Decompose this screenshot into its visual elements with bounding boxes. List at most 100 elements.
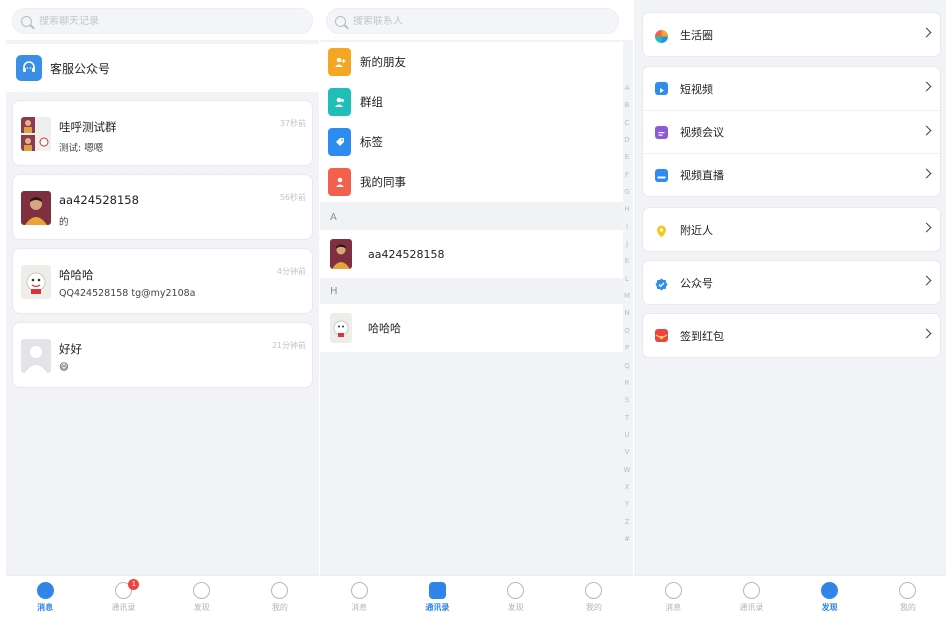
alphabet-index-letter[interactable]: I (626, 219, 628, 236)
tab-me[interactable]: 我的 (241, 576, 319, 619)
alphabet-index-letter[interactable]: Z (625, 514, 630, 531)
alphabet-index-letter[interactable]: W (624, 462, 631, 479)
app-screens: 客服公众号 哇呼测试群 测试: 嗯嗯 37秒前 aa424528158 的 56… (0, 0, 946, 619)
new-friends-row[interactable]: 新的朋友 (320, 42, 623, 82)
discover-item-label: 公众号 (680, 276, 713, 290)
alphabet-index-letter[interactable]: # (624, 531, 630, 548)
contact-search-bar[interactable] (326, 8, 619, 34)
tab-label: 消息 (351, 603, 368, 612)
short-video-item[interactable]: 短视频 (643, 67, 940, 110)
alphabet-index-letter[interactable]: H (624, 201, 629, 218)
tab-me[interactable]: 我的 (869, 576, 946, 619)
conversation-item[interactable]: 哈哈哈 QQ424528158 tg@my2108a 4分钟前 (12, 248, 313, 314)
tab-contacts[interactable]: 通讯录 (398, 576, 476, 619)
discover-item-label: 生活圈 (680, 28, 713, 42)
life-circle-item[interactable]: 生活圈 (643, 13, 940, 56)
chevron-right-icon (921, 275, 932, 286)
alphabet-index-letter[interactable]: M (624, 288, 630, 305)
section-header-a: A (320, 206, 623, 230)
conversation-item[interactable]: 好好 😄 21分钟前 (12, 322, 313, 388)
alphabet-index-letter[interactable]: Q (624, 358, 630, 375)
smile-icon (271, 582, 289, 599)
unread-badge: 1 (128, 579, 140, 590)
alphabet-index-letter[interactable]: L (625, 271, 629, 288)
tab-label: 我的 (585, 603, 602, 612)
tab-label: 通讯录 (111, 603, 136, 612)
contact-search-input[interactable] (353, 15, 583, 27)
alphabet-index-letter[interactable]: P (625, 340, 629, 357)
conversation-preview: QQ424528158 tg@my2108a (59, 288, 196, 299)
contacts-icon (742, 582, 760, 599)
alphabet-index-letter[interactable]: S (625, 392, 629, 409)
tab-messages[interactable]: 消息 (634, 576, 712, 619)
chevron-right-icon (921, 168, 932, 179)
alphabet-index-letter[interactable]: D (624, 132, 629, 149)
chevron-right-icon (921, 222, 932, 233)
tab-label: 消息 (665, 603, 682, 612)
alphabet-index-letter[interactable]: Y (625, 496, 629, 513)
user-avatar (330, 313, 352, 343)
tab-label: 消息 (37, 603, 54, 612)
tab-label: 通讯录 (425, 603, 450, 612)
conversation-preview: 测试: 嗯嗯 (59, 143, 104, 154)
contact-item[interactable]: aa424528158 (320, 230, 623, 278)
tab-messages[interactable]: 消息 (320, 576, 398, 619)
user-avatar (330, 239, 352, 269)
live-stream-item[interactable]: 视频直播 (643, 153, 940, 196)
tab-me[interactable]: 我的 (555, 576, 633, 619)
conversation-item[interactable]: aa424528158 的 56秒前 (12, 174, 313, 240)
tab-label: 通讯录 (739, 603, 764, 612)
groups-row[interactable]: 群组 (320, 82, 623, 122)
nearby-people-item[interactable]: 附近人 (643, 208, 940, 251)
alphabet-index-letter[interactable]: O (624, 323, 630, 340)
alphabet-index-letter[interactable]: C (625, 115, 630, 132)
tab-contacts[interactable]: 1 通讯录 (84, 576, 162, 619)
official-accounts-item[interactable]: 公众号 (643, 261, 940, 304)
tab-label: 我的 (271, 603, 288, 612)
alphabet-index-letter[interactable]: T (625, 410, 629, 427)
group-icon (328, 88, 351, 116)
alphabet-index-letter[interactable]: N (624, 305, 629, 322)
conversation-time: 37秒前 (279, 119, 306, 128)
meeting-icon (655, 125, 668, 139)
play-icon (655, 82, 668, 95)
chat-search-bar[interactable] (12, 8, 313, 34)
alphabet-index-letter[interactable]: J (626, 236, 628, 253)
alphabet-index-letter[interactable]: A (625, 80, 630, 97)
video-meeting-item[interactable]: 视频会议 (643, 110, 940, 153)
tab-discover[interactable]: 发现 (163, 576, 241, 619)
tab-messages[interactable]: 消息 (6, 576, 84, 619)
alphabet-index-letter[interactable]: G (624, 184, 629, 201)
discover-group: 签到红包 (642, 313, 941, 358)
alphabet-index-letter[interactable]: U (624, 427, 629, 444)
tab-label: 我的 (899, 603, 916, 612)
discover-item-label: 附近人 (680, 223, 713, 237)
headset-icon (16, 55, 42, 81)
tab-discover[interactable]: 发现 (477, 576, 555, 619)
search-icon (335, 15, 346, 27)
alphabet-index-letter[interactable]: B (625, 97, 630, 114)
colleagues-row[interactable]: 我的同事 (320, 162, 623, 202)
conversation-preview: 的 (59, 217, 69, 228)
tab-discover[interactable]: 发现 (791, 576, 869, 619)
tab-contacts[interactable]: 通讯录 (712, 576, 790, 619)
alphabet-index-letter[interactable]: X (625, 479, 630, 496)
red-packet-icon (655, 329, 668, 342)
contact-item[interactable]: 哈哈哈 (320, 304, 623, 352)
conversation-time: 21分钟前 (271, 341, 306, 350)
alphabet-index-letter[interactable]: F (625, 167, 629, 184)
tab-label: 发现 (507, 603, 524, 612)
chat-search-input[interactable] (39, 15, 269, 27)
check-in-red-packet-item[interactable]: 签到红包 (643, 314, 940, 357)
chat-icon (36, 582, 54, 599)
service-account-row[interactable]: 客服公众号 (6, 44, 319, 92)
user-avatar (21, 191, 51, 225)
alphabet-index-letter[interactable]: E (625, 149, 629, 166)
conversation-item[interactable]: 哇呼测试群 测试: 嗯嗯 37秒前 (12, 100, 313, 166)
alphabet-index[interactable]: A B C D E F G H I J K L M N O P Q R S T U V W X Y Z # (621, 80, 633, 548)
tags-row[interactable]: 标签 (320, 122, 623, 162)
alphabet-index-letter[interactable]: R (625, 375, 630, 392)
alphabet-index-letter[interactable]: K (625, 253, 630, 270)
chevron-right-icon (921, 328, 932, 339)
alphabet-index-letter[interactable]: V (625, 444, 630, 461)
